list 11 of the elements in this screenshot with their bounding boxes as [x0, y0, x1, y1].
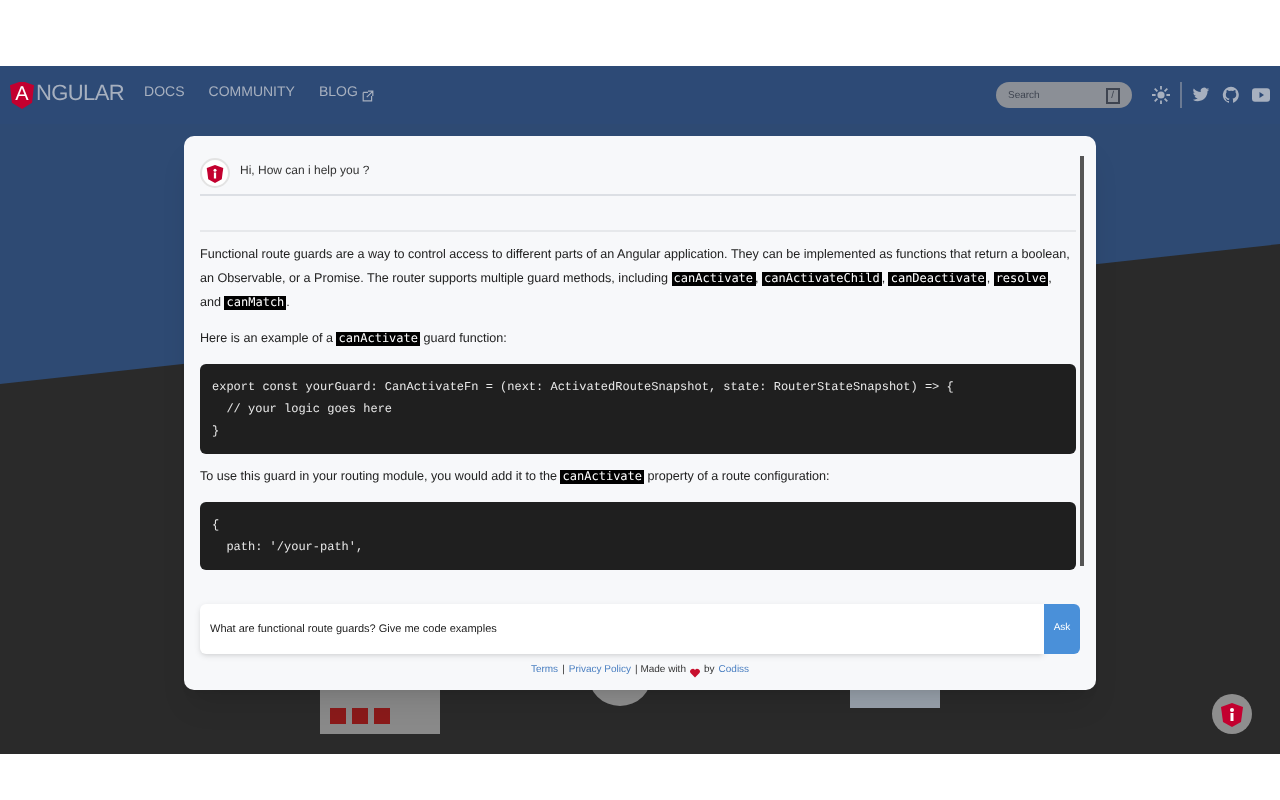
- bird-icon[interactable]: [1192, 86, 1210, 104]
- scrollbar[interactable]: [1080, 156, 1084, 566]
- logo-text[interactable]: NGULAR: [36, 78, 125, 112]
- cat-icon[interactable]: [1222, 86, 1240, 104]
- sun-icon[interactable]: [1152, 86, 1170, 104]
- external-link-icon: [361, 89, 374, 101]
- logo-letter[interactable]: A: [10, 81, 34, 109]
- play-icon[interactable]: [1252, 88, 1270, 102]
- heart-icon: [689, 667, 700, 677]
- shield-icon: [206, 163, 224, 183]
- shield-icon: [1220, 701, 1244, 727]
